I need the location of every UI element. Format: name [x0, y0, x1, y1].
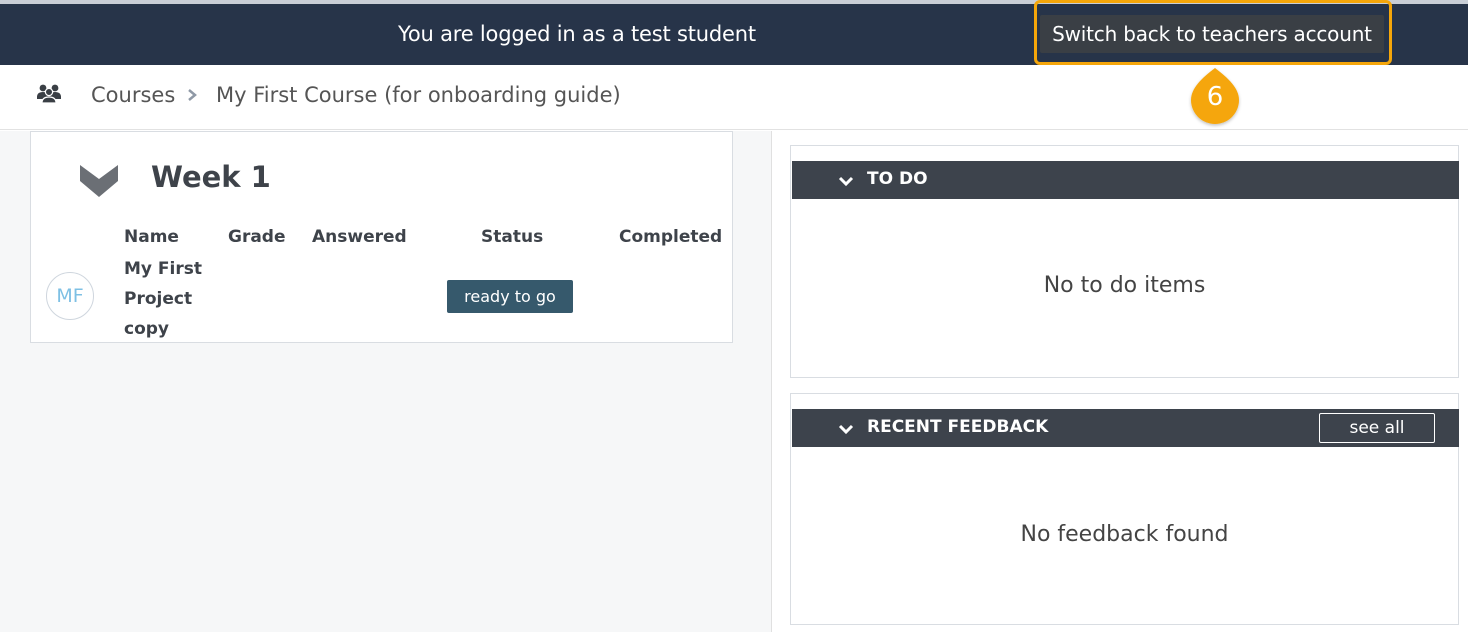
- project-name-link[interactable]: My First Project copy: [124, 254, 214, 344]
- breadcrumb: Courses My First Course (for onboarding …: [0, 65, 1468, 130]
- breadcrumb-courses[interactable]: Courses: [91, 83, 175, 107]
- users-icon[interactable]: [36, 82, 62, 110]
- column-divider: [771, 131, 772, 632]
- todo-title: TO DO: [867, 169, 928, 189]
- chevron-down-icon[interactable]: [838, 421, 854, 440]
- banner-message: You are logged in as a test student: [398, 22, 756, 46]
- todo-panel: TO DO No to do items: [790, 145, 1459, 378]
- see-all-button[interactable]: see all: [1319, 413, 1435, 443]
- column-header-completed: Completed: [619, 227, 723, 247]
- breadcrumb-current-course: My First Course (for onboarding guide): [216, 83, 621, 107]
- feedback-empty-message: No feedback found: [1020, 522, 1229, 547]
- chevron-right-icon: [186, 87, 198, 106]
- column-header-answered: Answered: [312, 227, 407, 247]
- chevron-down-icon[interactable]: [79, 164, 119, 202]
- feedback-panel: RECENT FEEDBACK see all No feedback foun…: [790, 393, 1459, 625]
- column-header-grade: Grade: [228, 227, 286, 247]
- chevron-down-icon[interactable]: [838, 173, 854, 192]
- feedback-title: RECENT FEEDBACK: [867, 417, 1049, 437]
- project-avatar: MF: [46, 272, 94, 320]
- todo-panel-header: TO DO: [792, 161, 1459, 199]
- feedback-panel-header: RECENT FEEDBACK see all: [792, 409, 1459, 447]
- status-badge: ready to go: [447, 280, 573, 313]
- column-header-name: Name: [124, 227, 179, 247]
- column-header-status: Status: [481, 227, 544, 247]
- week-title: Week 1: [151, 160, 271, 194]
- week-card: Week 1 Name Grade Answered Status Comple…: [30, 131, 733, 343]
- todo-empty-message: No to do items: [1043, 273, 1206, 298]
- switch-to-teacher-button[interactable]: Switch back to teachers account: [1040, 15, 1384, 53]
